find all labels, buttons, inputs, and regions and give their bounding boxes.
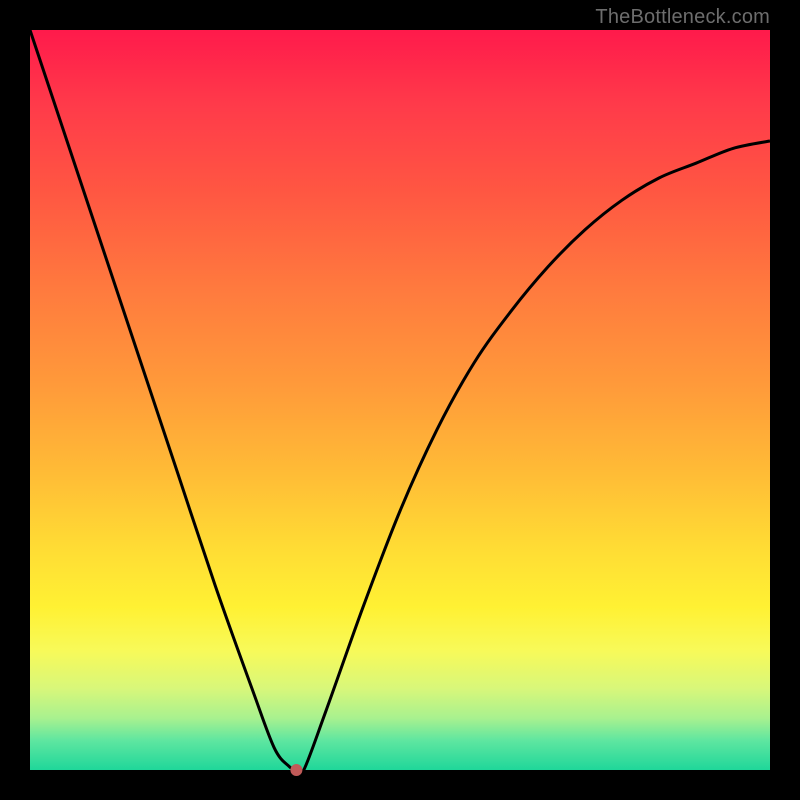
watermark-text: TheBottleneck.com [595,6,770,29]
bottleneck-curve [30,30,770,775]
plot-area [30,30,770,770]
chart-frame: TheBottleneck.com [0,0,800,800]
curve-layer [30,30,770,770]
optimum-marker [290,764,302,776]
